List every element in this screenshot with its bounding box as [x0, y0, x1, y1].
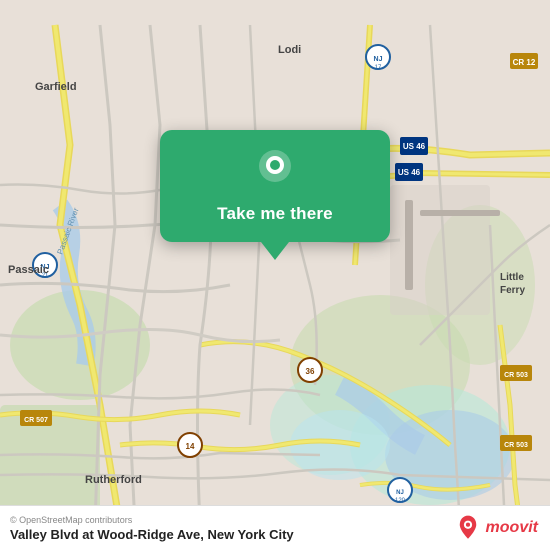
svg-text:CR 507: CR 507: [24, 417, 48, 424]
svg-text:US 46: US 46: [403, 142, 426, 151]
popup-card: Take me there: [160, 130, 390, 242]
location-name: Valley Blvd at Wood-Ridge Ave, New York …: [10, 527, 294, 542]
bottom-left: © OpenStreetMap contributors Valley Blvd…: [10, 515, 294, 542]
svg-text:CR 503: CR 503: [504, 372, 528, 379]
svg-text:17: 17: [375, 65, 382, 71]
moovit-pin-icon: [454, 514, 482, 542]
take-me-there-button[interactable]: Take me there: [217, 202, 333, 226]
moovit-logo: moovit: [454, 514, 538, 542]
svg-text:US 46: US 46: [398, 168, 421, 177]
location-pin-icon: [253, 148, 297, 192]
map-attribution: © OpenStreetMap contributors: [10, 515, 294, 525]
svg-text:NJ: NJ: [396, 490, 404, 496]
moovit-brand-text: moovit: [486, 519, 538, 537]
svg-text:14: 14: [186, 442, 195, 451]
map-background: NJ 21 US 46 US 46 NJ 17 CR 12 36 14 CR 5…: [0, 0, 550, 550]
svg-text:CR 12: CR 12: [513, 58, 536, 67]
svg-text:Ferry: Ferry: [500, 285, 525, 296]
svg-text:Garfield: Garfield: [35, 81, 77, 93]
svg-text:CR 503: CR 503: [504, 442, 528, 449]
bottom-bar: © OpenStreetMap contributors Valley Blvd…: [0, 505, 550, 550]
svg-text:120: 120: [395, 498, 406, 504]
svg-text:Lodi: Lodi: [278, 44, 301, 56]
svg-text:Rutherford: Rutherford: [85, 474, 142, 486]
svg-text:Little: Little: [500, 272, 524, 283]
svg-text:Passaic: Passaic: [8, 264, 49, 276]
svg-text:NJ: NJ: [374, 56, 383, 63]
map-container: NJ 21 US 46 US 46 NJ 17 CR 12 36 14 CR 5…: [0, 0, 550, 550]
svg-text:36: 36: [306, 367, 315, 376]
